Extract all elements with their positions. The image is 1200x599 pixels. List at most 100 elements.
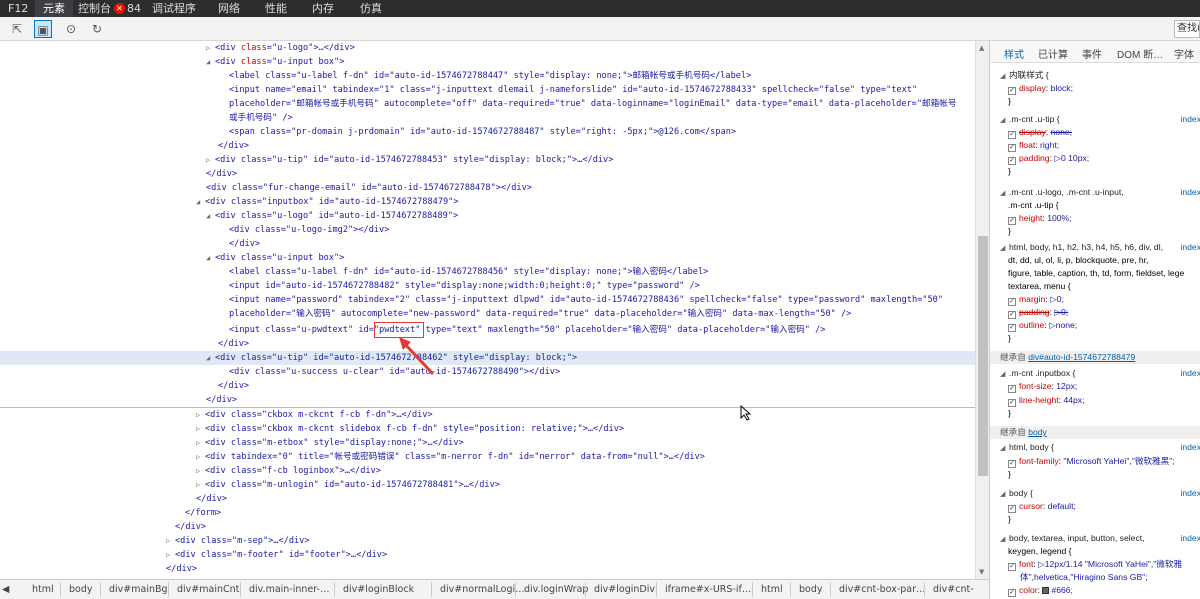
dom-node-label-pwd[interactable]: <label class="u-label f-dn" id="auto-id-…	[0, 265, 975, 279]
style-declaration[interactable]: ✓ font-family: "Microsoft YaHei","微软雅黑";	[990, 455, 1200, 468]
dom-node-input-email[interactable]: <input name="email" tabindex="1" class="…	[0, 83, 975, 97]
checkbox-icon[interactable]: ✓	[1008, 217, 1016, 225]
checkbox-icon[interactable]: ✓	[1008, 87, 1016, 95]
tab-network[interactable]: 网络	[218, 0, 240, 17]
dom-node-u-logo-img2[interactable]: <div class="u-logo-img2"></div>	[0, 223, 975, 237]
checkbox-icon[interactable]: ✓	[1008, 144, 1016, 152]
checkbox-icon[interactable]: ✓	[1008, 589, 1016, 597]
breadcrumb-item[interactable]: html	[761, 584, 783, 595]
stylesheet-link[interactable]: index	[1180, 532, 1200, 545]
style-declaration[interactable]: ✓ padding: ▷0;	[990, 306, 1200, 319]
breadcrumb-item[interactable]: body	[799, 584, 823, 595]
expand-triangle-icon[interactable]: ▷	[196, 408, 205, 422]
checkbox-icon[interactable]: ✓	[1008, 157, 1016, 165]
scroll-left-icon[interactable]: ◀	[2, 584, 9, 595]
collapse-triangle-icon[interactable]: ◢	[206, 351, 215, 365]
tab-memory[interactable]: 内存	[312, 0, 334, 17]
dom-node-m-etbox[interactable]: ▷ <div class="m-etbox" style="display:non…	[0, 436, 975, 450]
dom-node-u-logo-2[interactable]: ◢ <div class="u-logo" id="auto-id-1574672…	[0, 209, 975, 223]
dom-scrollbar[interactable]: ▲ ▼	[975, 41, 989, 579]
dom-node-input-pwdtext[interactable]: <input class="u-pwdtext" id="pwdtext" ty…	[0, 323, 975, 337]
stylesheet-link[interactable]: index	[1180, 441, 1200, 454]
style-declaration[interactable]: ✓ margin: ▷0;	[990, 293, 1200, 306]
expand-triangle-icon[interactable]: ▷	[166, 534, 175, 548]
dom-node-m-nerror[interactable]: ▷ <div tabindex="0" title="帐号或密码错误" class…	[0, 450, 975, 464]
checkbox-icon[interactable]: ✓	[1008, 311, 1016, 319]
tab-emulation[interactable]: 仿真	[360, 0, 382, 17]
inherited-from-link[interactable]: body	[1028, 427, 1047, 437]
checkbox-icon[interactable]: ✓	[1008, 505, 1016, 513]
breadcrumb-item[interactable]: div#loginDiv	[594, 584, 655, 595]
expand-triangle-icon[interactable]: ▷	[206, 41, 215, 55]
stylesheet-link[interactable]: index	[1180, 367, 1200, 380]
scroll-up-icon[interactable]: ▲	[979, 44, 984, 52]
collapse-triangle-icon[interactable]: ◢	[206, 209, 215, 223]
dom-node-loginbox[interactable]: ▷ <div class="f-cb loginbox">…</div>	[0, 464, 975, 478]
dom-node-u-tip[interactable]: ▷ <div class="u-tip" id="auto-id-15746727…	[0, 153, 975, 167]
breadcrumb-item[interactable]: html	[32, 584, 54, 595]
breadcrumb-item[interactable]: div#mainCnt	[177, 584, 239, 595]
style-declaration[interactable]: ✓ font-size: 12px;	[990, 380, 1200, 393]
breadcrumb-item[interactable]: div.loginWrap	[524, 584, 588, 595]
dom-node-m-footer[interactable]: ▷ <div class="m-footer" id="footer">…</di…	[0, 548, 975, 562]
collapse-triangle-icon[interactable]: ◢	[206, 251, 215, 265]
style-declaration[interactable]: ✓ color: #666;	[990, 584, 1200, 597]
dom-node-fur-change-email[interactable]: <div class="fur-change-email" id="auto-i…	[0, 181, 975, 195]
style-declaration[interactable]: ✓ cursor: default;	[990, 500, 1200, 513]
tab-styles[interactable]: 样式	[1004, 46, 1024, 61]
breadcrumb-item[interactable]: div#normalLogi…	[440, 584, 525, 595]
collapse-triangle-icon[interactable]: ◢	[206, 55, 215, 69]
breadcrumb-item[interactable]: div#mainBg	[109, 584, 168, 595]
checkbox-icon[interactable]: ✓	[1008, 298, 1016, 306]
tab-performance[interactable]: 性能	[265, 0, 287, 17]
style-declaration[interactable]: ✓ outline: ▷none;	[990, 319, 1200, 332]
inherited-from-link[interactable]: div#auto-id-1574672788479	[1028, 352, 1135, 362]
style-declaration[interactable]: ✓ font: ▷12px/1.14 "Microsoft YaHei","微软雅	[990, 558, 1200, 571]
stylesheet-link[interactable]: index	[1180, 113, 1200, 126]
dom-node-u-logo[interactable]: ▷ <div class="u-logo">…</div>	[0, 41, 975, 55]
dom-node-u-tip-selected[interactable]: ◢ <div class="u-tip" id="auto-id-15746727…	[0, 351, 975, 366]
dom-node-label[interactable]: <label class="u-label f-dn" id="auto-id-…	[0, 69, 975, 83]
color-picker-icon[interactable]: ⊙	[62, 20, 80, 38]
tab-console[interactable]: 控制台 ✕ 84	[78, 0, 141, 17]
checkbox-icon[interactable]: ✓	[1008, 460, 1016, 468]
breadcrumb-item[interactable]: div#cnt-box-par…	[839, 584, 926, 595]
expand-triangle-icon[interactable]: ▷	[196, 422, 205, 436]
breadcrumb-item[interactable]: div#loginBlock	[343, 584, 414, 595]
find-input[interactable]: 查找(	[1174, 20, 1200, 38]
checkbox-icon[interactable]: ✓	[1008, 563, 1016, 571]
collapse-triangle-icon[interactable]: ◢	[196, 195, 205, 209]
expand-triangle-icon[interactable]: ▷	[196, 436, 205, 450]
dom-node-inputbox[interactable]: ◢ <div class="inputbox" id="auto-id-15746…	[0, 195, 975, 209]
refresh-icon[interactable]: ↻	[88, 20, 106, 38]
dom-node-u-input-box-2[interactable]: ◢ <div class="u-input box">	[0, 251, 975, 265]
color-swatch-icon[interactable]	[1042, 587, 1050, 594]
expand-triangle-icon[interactable]: ▷	[166, 548, 175, 562]
breadcrumb-item[interactable]: div#cnt-	[933, 584, 974, 595]
dom-node-u-success[interactable]: <div class="u-success u-clear" id="auto-…	[0, 365, 975, 379]
tab-elements[interactable]: 元素	[35, 0, 73, 17]
dom-node-m-sep[interactable]: ▷ <div class="m-sep">…</div>	[0, 534, 975, 548]
dom-node-m-unlogin[interactable]: ▷ <div class="m-unlogin" id="auto-id-1574…	[0, 478, 975, 492]
style-declaration[interactable]: ✓ float: right;	[990, 139, 1200, 152]
expand-triangle-icon[interactable]: ▷	[196, 478, 205, 492]
checkbox-icon[interactable]: ✓	[1008, 399, 1016, 407]
scroll-down-icon[interactable]: ▼	[979, 568, 984, 576]
checkbox-icon[interactable]: ✓	[1008, 385, 1016, 393]
dom-node-u-input-box[interactable]: ◢ <div class="u-input box">	[0, 55, 975, 69]
breadcrumb-item[interactable]: body	[69, 584, 93, 595]
stylesheet-link[interactable]: index	[1180, 241, 1200, 254]
tab-debugger[interactable]: 调试程序	[152, 0, 196, 17]
expand-triangle-icon[interactable]: ▷	[196, 464, 205, 478]
stylesheet-link[interactable]: index	[1180, 186, 1200, 199]
style-declaration[interactable]: ✓ height: 100%;	[990, 212, 1200, 225]
checkbox-icon[interactable]: ✓	[1008, 131, 1016, 139]
dom-node-span-domain[interactable]: <span class="pr-domain j-prdomain" id="a…	[0, 125, 975, 139]
breadcrumb-item[interactable]: div.main-inner-…	[249, 584, 330, 595]
tab-fonts[interactable]: 字体	[1174, 46, 1194, 61]
style-declaration[interactable]: ✓ display: block;	[990, 82, 1200, 95]
scrollbar-thumb[interactable]	[978, 236, 988, 476]
dom-node-ckbox-slide[interactable]: ▷ <div class="ckbox m-ckcnt slidebox f-cb…	[0, 422, 975, 436]
expand-triangle-icon[interactable]: ▷	[196, 450, 205, 464]
breadcrumb-item[interactable]: iframe#x-URS-if…	[665, 584, 751, 595]
